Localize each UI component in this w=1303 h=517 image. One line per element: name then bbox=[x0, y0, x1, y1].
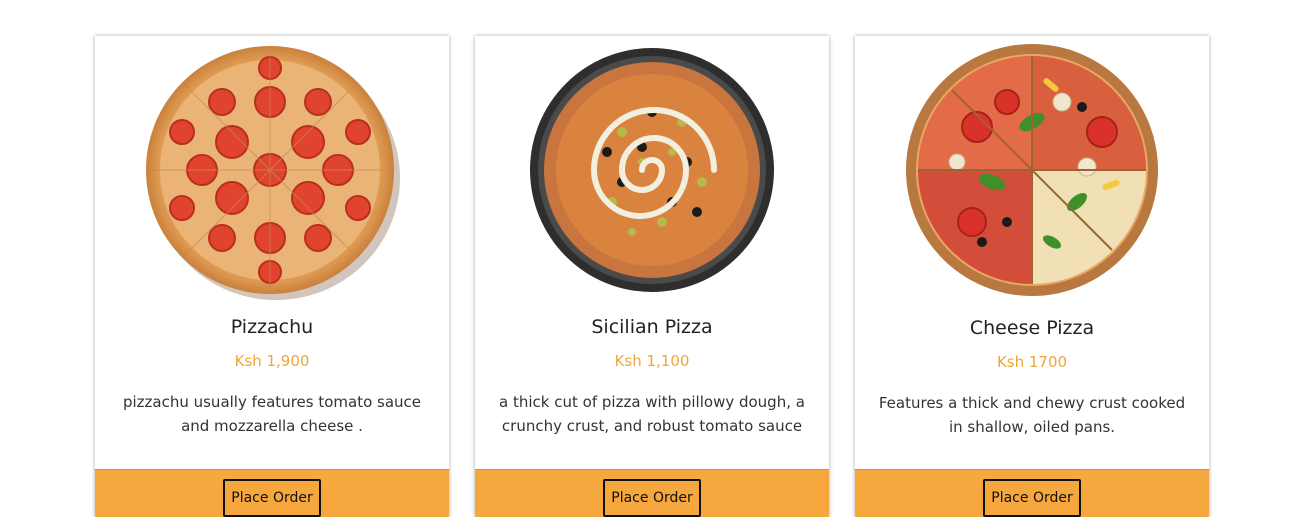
card-footer: Place Order bbox=[475, 469, 829, 517]
place-order-button[interactable]: Place Order bbox=[603, 479, 701, 517]
pizza-card-list: Pizzachu Ksh 1,900 pizzachu usually feat… bbox=[0, 0, 1303, 517]
card-footer: Place Order bbox=[855, 469, 1209, 517]
pizza-card-pizzachu: Pizzachu Ksh 1,900 pizzachu usually feat… bbox=[95, 36, 449, 517]
sicilian-pizza-image bbox=[475, 42, 829, 300]
pizza-price: Ksh 1700 bbox=[996, 353, 1068, 371]
pizza-description: Features a thick and chewy crust cooked … bbox=[878, 394, 1186, 436]
pizza-price: Ksh 1,100 bbox=[614, 352, 690, 370]
pizza-title: Pizzachu bbox=[230, 316, 314, 338]
pizza-description: pizzachu usually features tomato sauce a… bbox=[122, 393, 422, 435]
pizza-card-cheese: Cheese Pizza Ksh 1700 Features a thick a… bbox=[855, 36, 1209, 517]
pizza-title: Sicilian Pizza bbox=[591, 316, 713, 338]
pizza-title: Cheese Pizza bbox=[969, 317, 1095, 339]
pizza-card-sicilian: Sicilian Pizza Ksh 1,100 a thick cut of … bbox=[475, 36, 829, 517]
place-order-button[interactable]: Place Order bbox=[983, 479, 1081, 517]
mixed-topping-pizza-image bbox=[855, 42, 1209, 300]
card-footer: Place Order bbox=[95, 469, 449, 517]
pizza-price: Ksh 1,900 bbox=[234, 352, 310, 370]
pizza-description: a thick cut of pizza with pillowy dough,… bbox=[499, 393, 805, 435]
place-order-button[interactable]: Place Order bbox=[223, 479, 321, 517]
pepperoni-pizza-image bbox=[95, 42, 449, 300]
